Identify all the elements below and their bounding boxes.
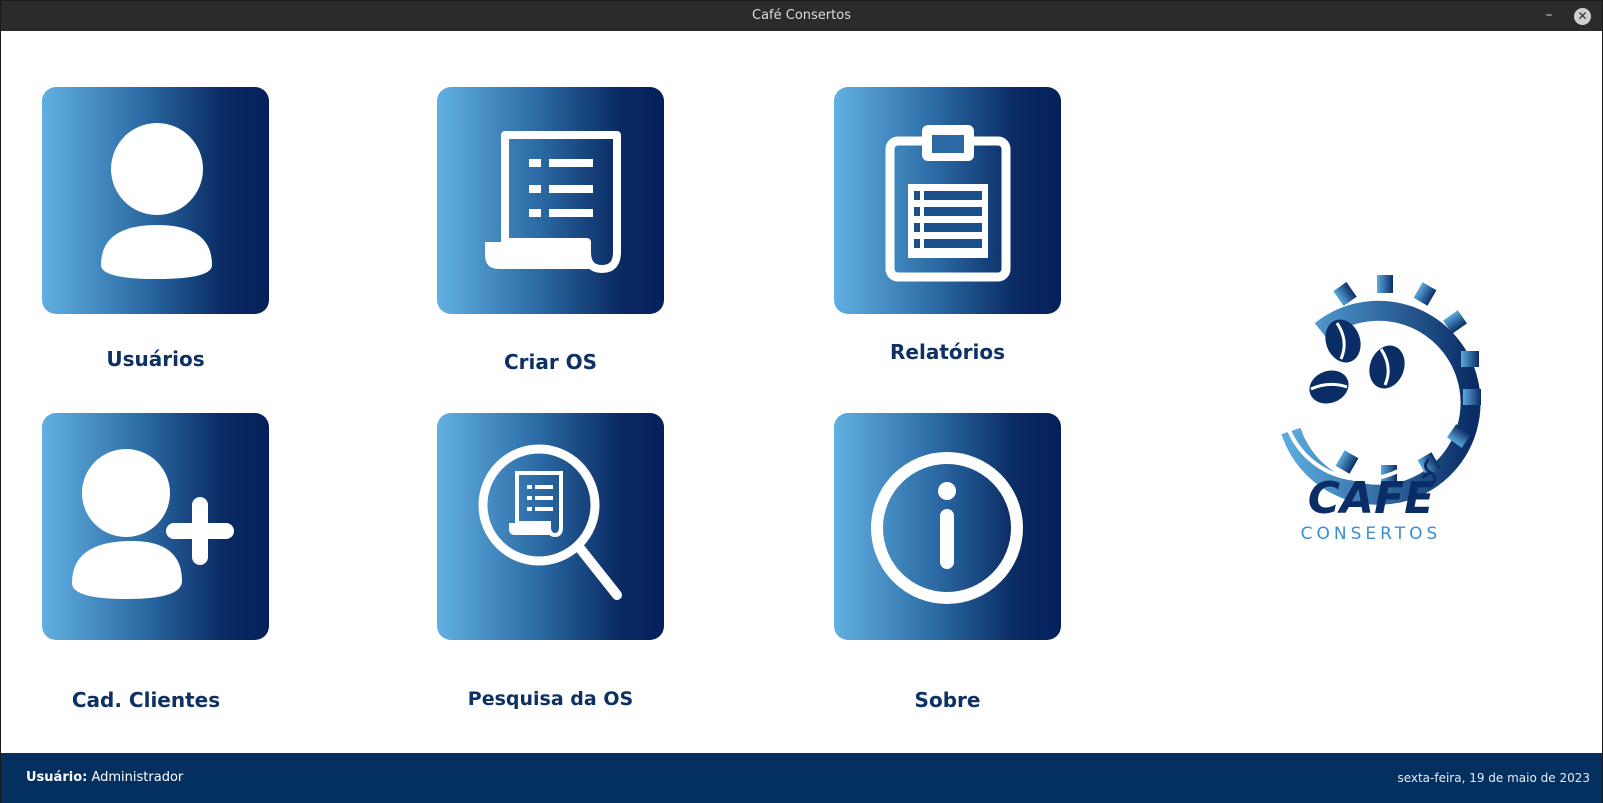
current-user: Usuário: Administrador — [26, 753, 183, 803]
criar-os-label[interactable]: Criar OS — [437, 350, 664, 374]
cad-clientes-label[interactable]: Cad. Clientes — [31, 688, 261, 712]
add-user-icon — [72, 449, 234, 599]
relatorios-button[interactable] — [834, 87, 1061, 314]
close-button[interactable]: ✕ — [1574, 8, 1591, 25]
user-icon — [101, 123, 212, 279]
minimize-button[interactable]: – — [1541, 8, 1557, 24]
status-bar: Usuário: Administrador sexta-feira, 19 d… — [1, 753, 1602, 803]
pesquisa-os-button[interactable] — [437, 413, 664, 640]
logo-subtitle: CONSERTOS — [1301, 524, 1442, 544]
search-document-icon — [478, 444, 622, 600]
relatorios-label[interactable]: Relatórios — [834, 340, 1061, 364]
sobre-button[interactable] — [834, 413, 1061, 640]
window-title: Café Consertos — [752, 8, 851, 23]
document-list-icon — [485, 131, 621, 273]
user-value: Administrador — [91, 770, 184, 785]
usuarios-button[interactable] — [42, 87, 269, 314]
pesquisa-os-label[interactable]: Pesquisa da OS — [437, 688, 664, 710]
cad-clientes-button[interactable] — [42, 413, 269, 640]
current-date: sexta-feira, 19 de maio de 2023 — [1397, 771, 1590, 785]
app-window: Café Consertos – ✕ Usuários Criar OS Rel… — [0, 0, 1603, 803]
info-icon — [871, 452, 1023, 604]
criar-os-button[interactable] — [437, 87, 664, 314]
usuarios-label[interactable]: Usuários — [42, 347, 269, 371]
sobre-label[interactable]: Sobre — [834, 688, 1061, 712]
title-bar: Café Consertos – ✕ — [1, 1, 1602, 31]
cafe-consertos-logo: CAFÉ CONSERTOS — [1280, 271, 1491, 561]
clipboard-icon — [885, 125, 1011, 282]
logo-brand: CAFÉ — [1308, 471, 1434, 524]
user-label: Usuário: — [26, 770, 88, 785]
coffee-gear-logo: CAFÉ CONSERTOS — [1280, 275, 1481, 544]
